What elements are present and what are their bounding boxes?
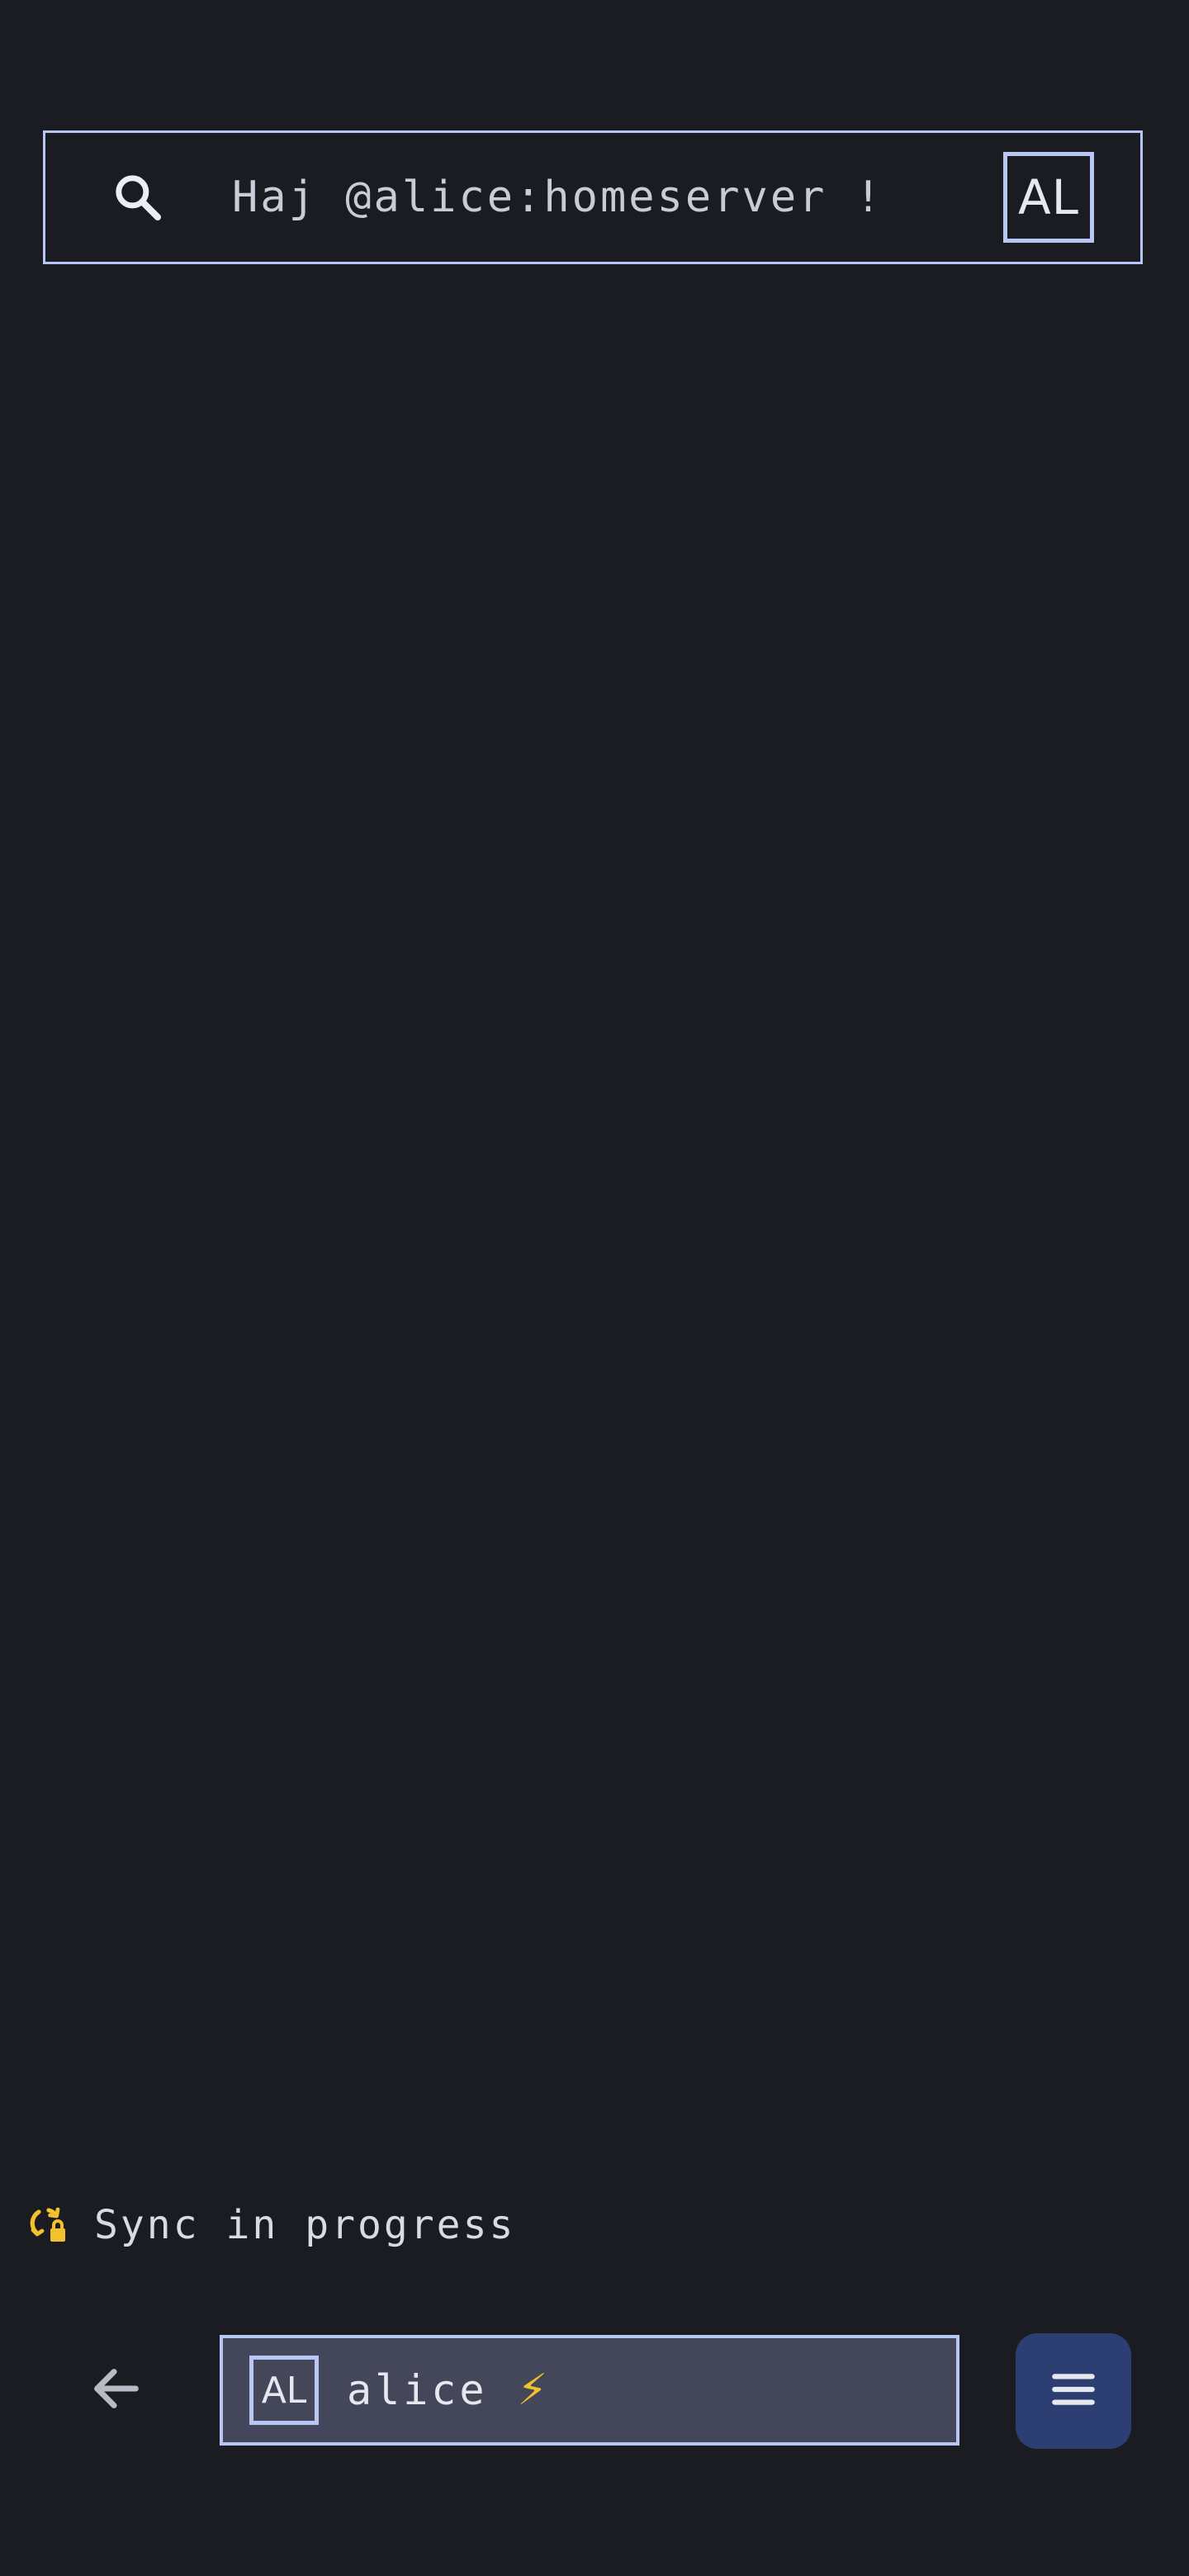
app-screen: Haj @alice:homeserver ! AL Sync in progr… [0,0,1189,2576]
menu-button[interactable] [1016,2333,1131,2449]
greeting-text: Haj @alice:homeserver ! [232,173,884,222]
arrow-left-icon [88,2360,145,2421]
hamburger-menu-icon [1045,2361,1101,2421]
sync-lock-icon [28,2204,69,2246]
search-bar[interactable]: Haj @alice:homeserver ! AL [43,130,1143,264]
account-switcher[interactable]: AL alice ⚡ [220,2335,959,2446]
back-button[interactable] [79,2353,154,2427]
account-name: alice [347,2366,488,2414]
search-icon[interactable] [108,168,168,227]
user-avatar[interactable]: AL [1003,152,1094,243]
sync-status: Sync in progress [28,2196,515,2254]
sync-status-text: Sync in progress [94,2202,516,2248]
lightning-icon: ⚡ [517,2365,548,2415]
account-avatar: AL [249,2356,319,2425]
